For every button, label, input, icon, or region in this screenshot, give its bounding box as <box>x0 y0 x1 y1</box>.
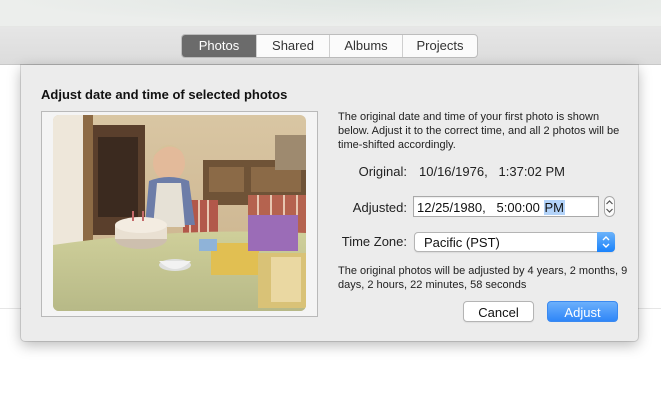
tab-projects[interactable]: Projects <box>402 35 477 57</box>
timezone-label: Time Zone: <box>341 234 407 249</box>
adjustment-note: The original photos will be adjusted by … <box>338 265 628 291</box>
timezone-value: Pacific (PST) <box>424 235 500 250</box>
photo-preview <box>53 115 306 311</box>
toolbar: Photos Shared Albums Projects <box>0 0 661 65</box>
window-background-blur <box>0 0 661 26</box>
original-label: Original: <box>358 164 407 179</box>
original-value: 10/16/1976, 1:37:02 PM <box>419 164 565 179</box>
timezone-popup[interactable]: Pacific (PST) <box>414 232 615 252</box>
adjust-button[interactable]: Adjust <box>547 301 618 322</box>
adjusted-label: Adjusted: <box>352 200 407 215</box>
intro-text: The original date and time of your first… <box>338 111 620 151</box>
tab-shared[interactable]: Shared <box>256 35 329 57</box>
cancel-button[interactable]: Cancel <box>463 301 534 322</box>
tab-albums[interactable]: Albums <box>329 35 402 57</box>
adjusted-datetime-field[interactable]: 12/25/1980, 5:00:00 PM <box>413 196 599 217</box>
adjust-date-dialog: Adjust date and time of selected photos <box>21 65 638 341</box>
adjusted-selected-segment[interactable]: PM <box>543 200 565 215</box>
dialog-title: Adjust date and time of selected photos <box>41 87 288 102</box>
tab-photos[interactable]: Photos <box>182 35 256 57</box>
stepper-icon[interactable] <box>604 196 615 217</box>
adjusted-value: 12/25/1980, 5:00:00 <box>417 200 544 215</box>
photo-image <box>53 115 306 311</box>
popup-chevron-icon <box>597 232 615 252</box>
photo-preview-frame <box>41 111 318 317</box>
view-segmented-control: Photos Shared Albums Projects <box>181 34 478 58</box>
